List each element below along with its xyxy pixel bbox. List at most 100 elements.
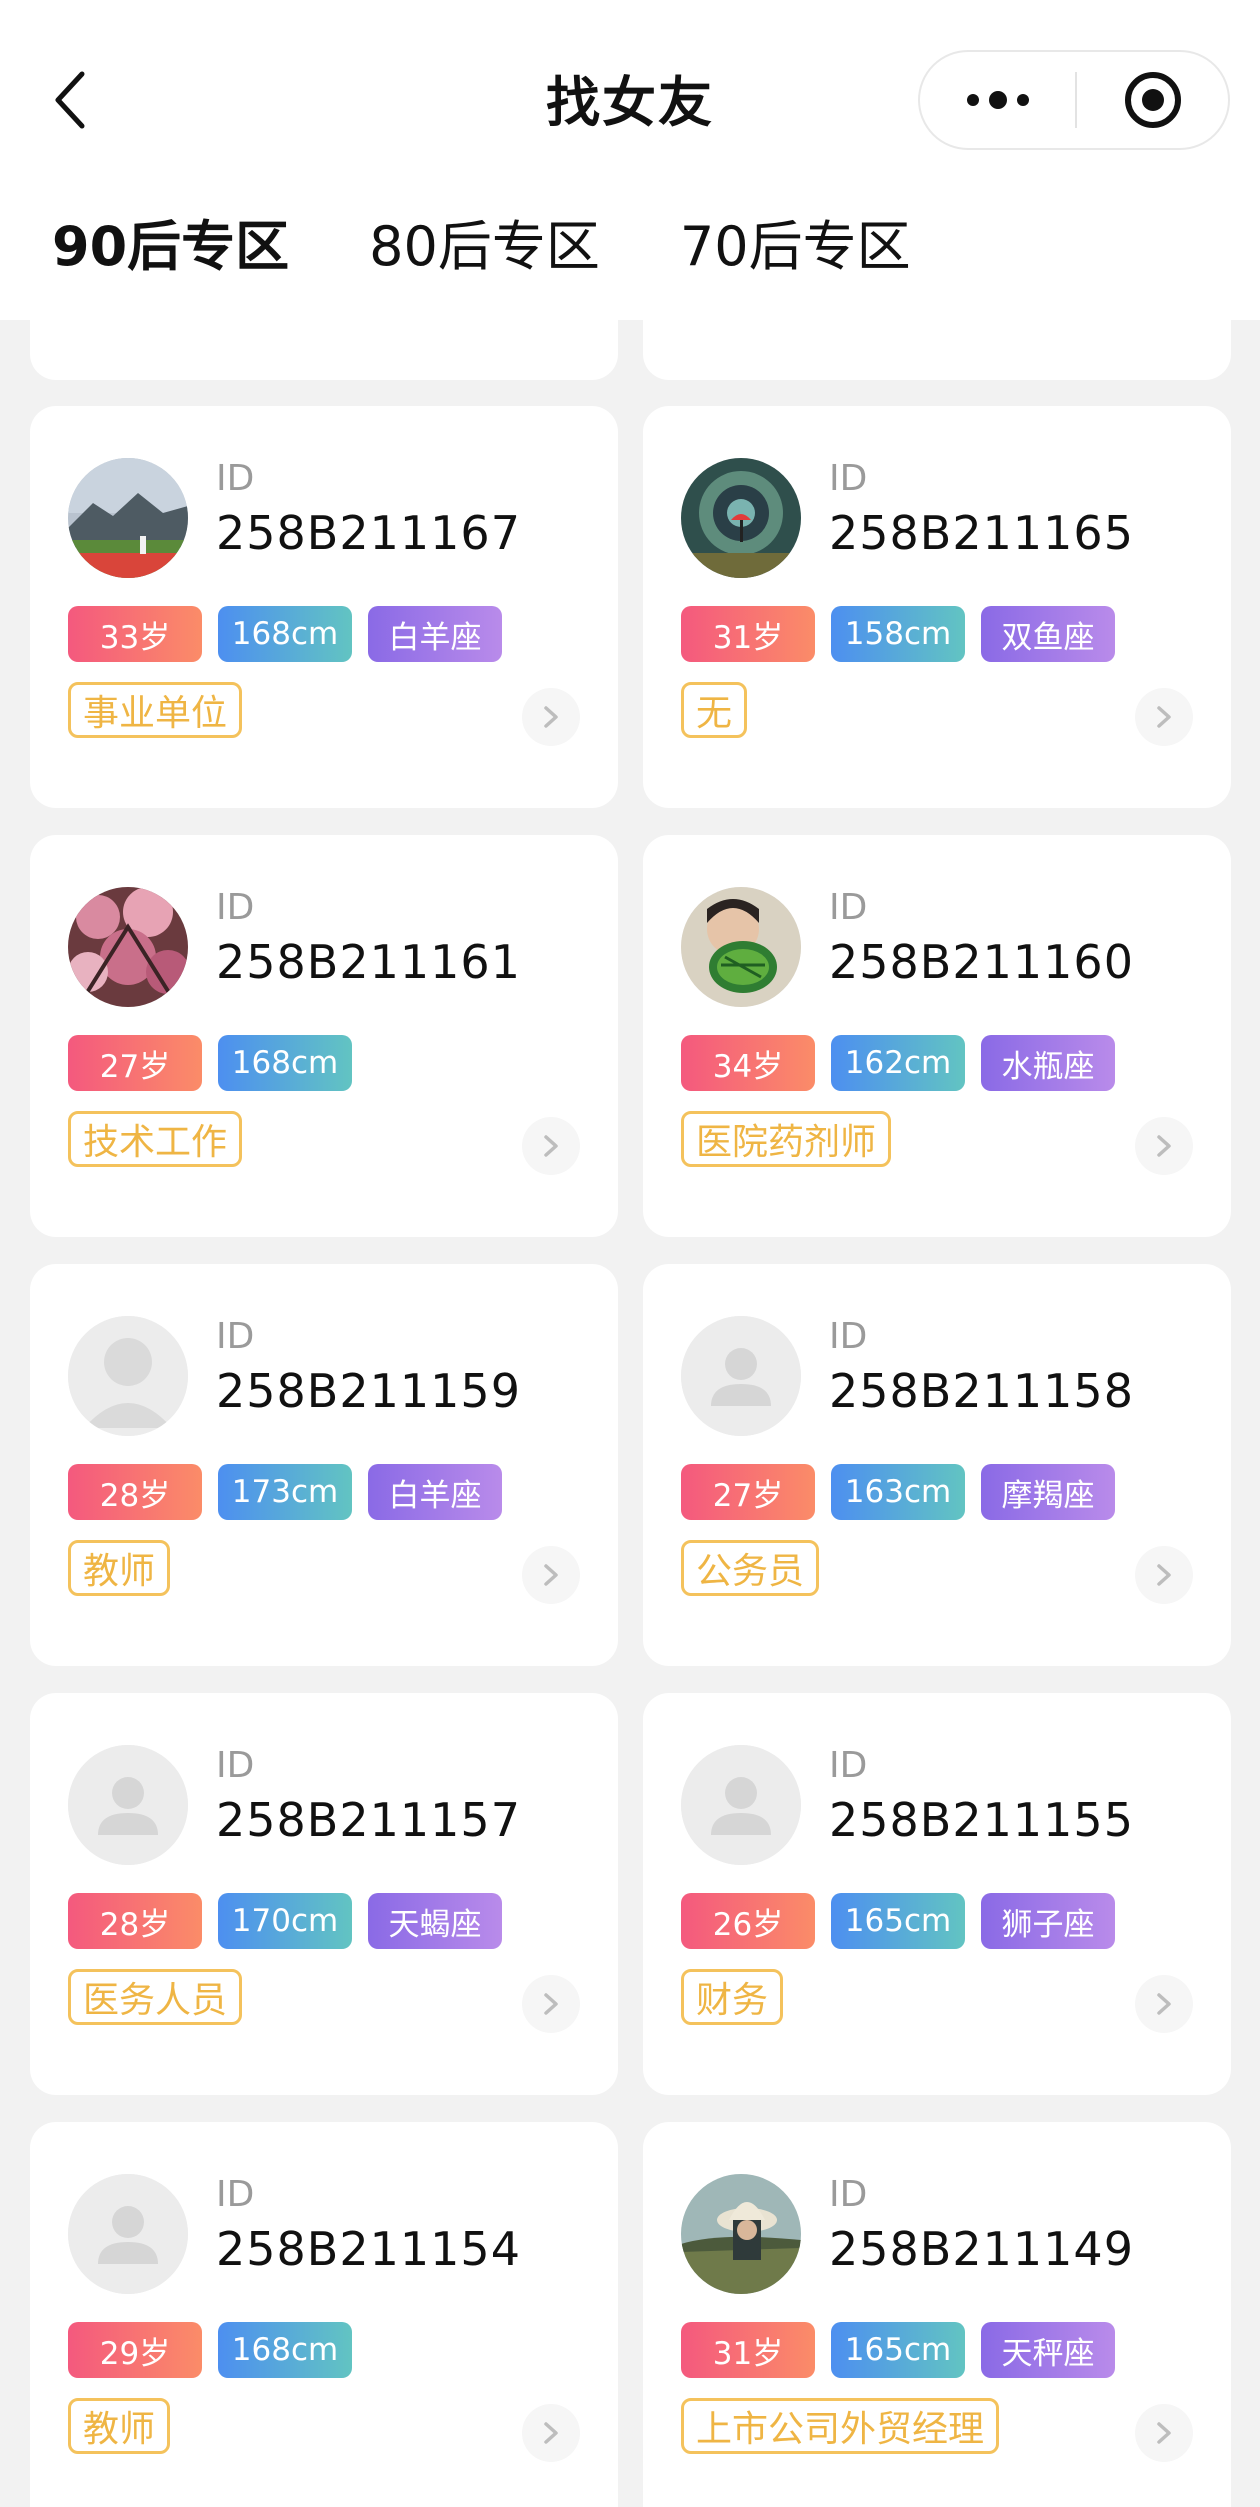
profile-card[interactable]: ID 258B211160 34岁 162cm 水瓶座 医院药剂师 xyxy=(643,835,1231,1237)
age-tag: 27岁 xyxy=(68,1035,202,1091)
tag-row: 28岁 170cm 天蝎座 xyxy=(68,1893,518,1949)
tab-90s[interactable]: 90后专区 xyxy=(52,212,289,282)
occupation-tag: 医院药剂师 xyxy=(681,1111,892,1167)
id-label: ID xyxy=(216,2174,255,2215)
height-tag: 173cm xyxy=(218,1464,352,1520)
age-tag: 31岁 xyxy=(681,606,815,662)
profile-card[interactable]: ID 258B211159 28岁 173cm 白羊座 教师 xyxy=(30,1264,618,1666)
age-tag: 34岁 xyxy=(681,1035,815,1091)
chevron-right-icon[interactable] xyxy=(1135,1117,1193,1175)
profile-grid: ID 258B211167 33岁 168cm 白羊座 事业单位 ID 258B… xyxy=(0,0,1260,2507)
id-label: ID xyxy=(216,1316,255,1357)
chevron-right-icon[interactable] xyxy=(1135,2404,1193,2462)
chevron-right-icon[interactable] xyxy=(522,2404,580,2462)
profile-card[interactable]: ID 258B211161 27岁 168cm 技术工作 xyxy=(30,835,618,1237)
chevron-right-icon[interactable] xyxy=(522,1975,580,2033)
occupation-tag: 无 xyxy=(681,682,748,738)
height-tag: 168cm xyxy=(218,2322,352,2378)
occupation-tag: 财务 xyxy=(681,1969,784,2025)
id-label: ID xyxy=(216,1745,255,1786)
default-avatar-icon xyxy=(681,1745,801,1865)
tag-row: 31岁 165cm 天秤座 xyxy=(681,2322,1131,2378)
tab-80s[interactable]: 80后专区 xyxy=(369,212,600,282)
close-miniprogram-button[interactable] xyxy=(1077,52,1228,148)
default-avatar-icon xyxy=(68,2174,188,2294)
zodiac-tag: 双鱼座 xyxy=(981,606,1115,662)
profile-id: 258B211149 xyxy=(829,2222,1134,2276)
zone-tabs: 90后专区 80后专区 70后专区 xyxy=(52,212,991,282)
height-tag: 165cm xyxy=(831,2322,965,2378)
id-label: ID xyxy=(829,887,868,928)
profile-id: 258B211165 xyxy=(829,506,1134,560)
zodiac-tag: 白羊座 xyxy=(368,606,502,662)
zodiac-tag: 摩羯座 xyxy=(981,1464,1115,1520)
tag-row: 27岁 163cm 摩羯座 xyxy=(681,1464,1131,1520)
tag-row: 29岁 168cm xyxy=(68,2322,368,2378)
avatar xyxy=(681,458,801,578)
mini-program-capsule xyxy=(918,50,1230,150)
zodiac-tag: 天蝎座 xyxy=(368,1893,502,1949)
occupation-tag: 上市公司外贸经理 xyxy=(681,2398,1000,2454)
occupation-tag: 公务员 xyxy=(681,1540,820,1596)
chevron-right-icon[interactable] xyxy=(1135,688,1193,746)
age-tag: 29岁 xyxy=(68,2322,202,2378)
profile-card[interactable]: ID 258B211154 29岁 168cm 教师 xyxy=(30,2122,618,2507)
profile-id: 258B211160 xyxy=(829,935,1134,989)
avatar xyxy=(68,458,188,578)
height-tag: 170cm xyxy=(218,1893,352,1949)
tag-row: 31岁 158cm 双鱼座 xyxy=(681,606,1131,662)
id-label: ID xyxy=(829,2174,868,2215)
age-tag: 31岁 xyxy=(681,2322,815,2378)
profile-card[interactable]: ID 258B211158 27岁 163cm 摩羯座 公务员 xyxy=(643,1264,1231,1666)
tag-row: 26岁 165cm 狮子座 xyxy=(681,1893,1131,1949)
id-label: ID xyxy=(216,458,255,499)
height-tag: 168cm xyxy=(218,606,352,662)
zodiac-tag: 天秤座 xyxy=(981,2322,1115,2378)
profile-card[interactable]: ID 258B211165 31岁 158cm 双鱼座 无 xyxy=(643,406,1231,808)
profile-id: 258B211167 xyxy=(216,506,521,560)
age-tag: 33岁 xyxy=(68,606,202,662)
profile-id: 258B211157 xyxy=(216,1793,521,1847)
zodiac-tag: 白羊座 xyxy=(368,1464,502,1520)
zodiac-tag: 狮子座 xyxy=(981,1893,1115,1949)
occupation-tag: 教师 xyxy=(68,1540,171,1596)
more-dots-icon xyxy=(966,91,1029,109)
occupation-tag: 技术工作 xyxy=(68,1111,243,1167)
chevron-right-icon[interactable] xyxy=(522,1117,580,1175)
target-icon xyxy=(1124,72,1181,128)
age-tag: 27岁 xyxy=(681,1464,815,1520)
age-tag: 28岁 xyxy=(68,1464,202,1520)
height-tag: 162cm xyxy=(831,1035,965,1091)
profile-card[interactable]: ID 258B211155 26岁 165cm 狮子座 财务 xyxy=(643,1693,1231,2095)
default-avatar-icon xyxy=(68,1745,188,1865)
tab-70s[interactable]: 70后专区 xyxy=(680,212,911,282)
zodiac-tag: 水瓶座 xyxy=(981,1035,1115,1091)
height-tag: 168cm xyxy=(218,1035,352,1091)
profile-id: 258B211158 xyxy=(829,1364,1134,1418)
chevron-right-icon[interactable] xyxy=(1135,1546,1193,1604)
chevron-right-icon[interactable] xyxy=(1135,1975,1193,2033)
id-label: ID xyxy=(829,1745,868,1786)
age-tag: 28岁 xyxy=(68,1893,202,1949)
profile-card[interactable]: ID 258B211149 31岁 165cm 天秤座 上市公司外贸经理 xyxy=(643,2122,1231,2507)
age-tag: 26岁 xyxy=(681,1893,815,1949)
tag-row: 34岁 162cm 水瓶座 xyxy=(681,1035,1131,1091)
profile-card[interactable]: ID 258B211167 33岁 168cm 白羊座 事业单位 xyxy=(30,406,618,808)
tag-row: 33岁 168cm 白羊座 xyxy=(68,606,518,662)
occupation-tag: 教师 xyxy=(68,2398,171,2454)
avatar xyxy=(68,887,188,1007)
height-tag: 158cm xyxy=(831,606,965,662)
default-avatar-icon xyxy=(68,1316,188,1436)
tag-row: 28岁 173cm 白羊座 xyxy=(68,1464,518,1520)
chevron-right-icon[interactable] xyxy=(522,1546,580,1604)
profile-card[interactable]: ID 258B211157 28岁 170cm 天蝎座 医务人员 xyxy=(30,1693,618,2095)
tag-row: 27岁 168cm xyxy=(68,1035,368,1091)
id-label: ID xyxy=(829,458,868,499)
id-label: ID xyxy=(216,887,255,928)
default-avatar-icon xyxy=(681,1316,801,1436)
profile-id: 258B211161 xyxy=(216,935,521,989)
chevron-right-icon[interactable] xyxy=(522,688,580,746)
more-button[interactable] xyxy=(920,52,1075,148)
id-label: ID xyxy=(829,1316,868,1357)
top-header: 找女友 90后专区 80后专区 70后专区 xyxy=(0,0,1260,320)
